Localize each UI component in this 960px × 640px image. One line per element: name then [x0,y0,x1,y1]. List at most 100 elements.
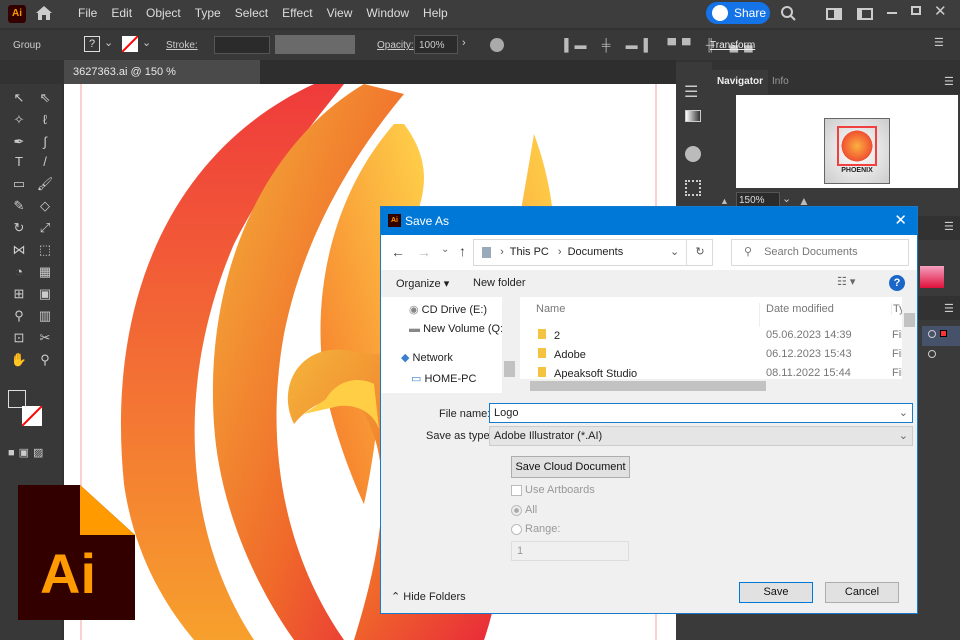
tab-navigator[interactable]: Navigator [712,70,768,94]
panel-menu-icon[interactable]: ☰ [934,36,944,49]
zoom-dropdown[interactable]: ⌄ [782,192,791,205]
rotate-tool[interactable]: ↻ [10,220,28,236]
variable-width-dropdown[interactable] [275,35,355,54]
layer-target-icon[interactable] [928,330,936,338]
menu-object[interactable]: Object [146,6,181,20]
recent-locations-dropdown[interactable]: ⌄ [441,244,449,255]
workspace-icon[interactable] [826,8,842,20]
use-artboards-checkbox[interactable]: Use Artboards [511,484,595,496]
zoom-out-icon[interactable]: ▲ [720,196,729,206]
mesh-tool[interactable]: ⊞ [10,286,28,302]
panel-menu-icon[interactable]: ☰ [944,75,954,88]
search-icon[interactable] [780,5,796,21]
eraser-tool[interactable]: ◇ [36,198,54,214]
shape-builder-tool[interactable]: ◔ [10,264,28,280]
menu-window[interactable]: Window [366,6,409,20]
layer-target-icon[interactable] [928,350,936,358]
gradient-panel-icon[interactable] [685,110,701,122]
menu-type[interactable]: Type [195,6,221,20]
gradient-swatch[interactable] [920,266,944,288]
panel-menu-icon[interactable]: ☰ [944,302,954,315]
free-transform-tool[interactable]: ⬚ [36,242,54,258]
back-button[interactable]: ← [391,244,405,260]
recolor-icon[interactable] [490,38,504,52]
transform-panel-icon[interactable] [685,180,701,196]
pen-tool[interactable]: ✒ [10,134,28,150]
rectangle-tool[interactable]: ▭ [10,176,28,192]
fill-dropdown[interactable]: ⌄ [104,36,113,49]
column-date-modified[interactable]: Date modified [766,303,892,315]
up-button[interactable]: ↑ [459,243,466,259]
panel-menu-icon[interactable]: ☰ [944,220,954,233]
perspective-tool[interactable]: ▦ [36,264,54,280]
breadcrumb-documents[interactable]: Documents [568,246,624,258]
panel-layout-icon[interactable] [857,8,873,20]
magic-wand-tool[interactable]: ✧ [10,112,28,128]
horizontal-scrollbar[interactable] [520,379,917,393]
all-radio[interactable]: All [511,504,537,516]
close-button[interactable]: ✕ [934,2,947,20]
direct-selection-tool[interactable]: ⇖ [36,90,54,106]
menu-view[interactable]: View [327,6,353,20]
home-icon[interactable] [36,6,52,20]
menu-help[interactable]: Help [423,6,448,20]
graph-tool[interactable]: ▥ [36,308,54,324]
breadcrumb-this-pc[interactable]: This PC [510,246,549,258]
stroke-weight-input[interactable] [214,36,270,54]
curvature-tool[interactable]: ∫ [36,134,54,150]
properties-icon[interactable]: ☰ [684,82,698,102]
line-tool[interactable]: / [36,154,54,170]
minimize-button[interactable] [887,12,897,14]
vertical-scrollbar[interactable] [902,297,917,379]
dialog-close-button[interactable]: ✕ [894,207,907,235]
save-type-select[interactable]: Adobe Illustrator (*.AI) ⌄ [489,426,913,446]
pathfinder-icon[interactable] [685,146,701,162]
hand-tool[interactable]: ✋ [10,352,28,368]
stroke-color-box[interactable] [21,405,43,427]
menu-select[interactable]: Select [235,6,268,20]
search-input[interactable]: ⚲ Search Documents [731,239,909,266]
layer-selection-indicator[interactable] [940,330,947,337]
document-tab[interactable]: 3627363.ai @ 150 % (RGB/Preview)✕ [64,60,260,102]
nav-item-network[interactable]: ◆ Network [401,351,453,364]
navigation-pane[interactable]: ◉ CD Drive (E:) ▬ New Volume (Q:) ◆ Netw… [381,297,517,393]
save-button[interactable]: Save [739,582,813,603]
share-button[interactable]: Share [706,2,770,24]
opacity-input[interactable]: 100% [414,35,458,54]
paintbrush-tool[interactable]: 🖌 [36,176,54,192]
navigator-preview[interactable]: PHOENIX [736,95,958,188]
menu-edit[interactable]: Edit [111,6,132,20]
menu-effect[interactable]: Effect [282,6,312,20]
column-name[interactable]: Name [536,303,760,327]
refresh-button[interactable]: ↻ [686,240,713,265]
stroke-swatch[interactable] [122,36,138,52]
cancel-button[interactable]: Cancel [825,582,899,603]
nav-item-home-pc[interactable]: ▭ HOME-PC [411,372,476,385]
nav-scrollbar[interactable] [502,297,517,393]
artboard-tool[interactable]: ⊡ [10,330,28,346]
stroke-dropdown[interactable]: ⌄ [142,36,151,49]
transform-link[interactable]: Transform [710,40,755,51]
nav-item-new-volume[interactable]: ▬ New Volume (Q:) [409,323,505,335]
address-bar[interactable]: › This PC › Documents ⌄ ↻ [473,239,713,266]
help-icon[interactable]: ? [889,275,905,291]
forward-button[interactable]: → [417,244,431,260]
shaper-tool[interactable]: ✎ [10,198,28,214]
scale-tool[interactable]: ⤢ [36,220,54,236]
lasso-tool[interactable]: ℓ [36,112,54,128]
hide-folders-button[interactable]: ⌃ Hide Folders [391,590,466,603]
opacity-arrow[interactable]: › [462,37,466,49]
color-mode-icons[interactable]: ■▣▨ [8,446,47,459]
organize-menu[interactable]: Organize ▾ [396,277,449,290]
save-cloud-document-button[interactable]: Save Cloud Document [511,456,630,478]
view-options-icon[interactable]: ☷ ▾ [837,275,855,288]
maximize-button[interactable] [911,6,921,15]
range-radio[interactable]: Range: [511,523,560,535]
nav-item-cd-drive[interactable]: ◉ CD Drive (E:) [409,303,487,316]
range-input[interactable]: 1 [511,541,629,561]
new-folder-button[interactable]: New folder [473,277,526,289]
type-tool[interactable]: T [10,154,28,170]
slice-tool[interactable]: ✂ [36,330,54,346]
zoom-tool[interactable]: ⚲ [36,352,54,368]
menu-file[interactable]: File [78,6,97,20]
